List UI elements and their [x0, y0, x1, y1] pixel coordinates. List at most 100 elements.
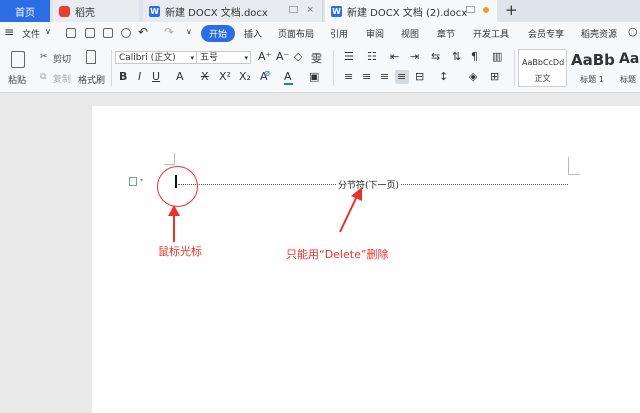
line-spacing-icon[interactable]: ↕ [439, 70, 448, 83]
font-size-select[interactable]: 五号 ▾ [196, 51, 251, 64]
italic-icon[interactable]: I [138, 70, 141, 83]
arrow-diagonal-icon [339, 187, 362, 233]
chevron-down-icon[interactable]: ▾ [140, 177, 143, 184]
text-effect-icon[interactable]: A [176, 70, 184, 83]
menu-insert[interactable]: 插入 [244, 27, 262, 40]
monitor-icon[interactable] [289, 6, 299, 13]
menu-developer[interactable]: 开发工具 [473, 27, 509, 40]
export-pdf-icon[interactable] [85, 28, 95, 38]
hamburger-menu-icon[interactable]: ≡ [4, 25, 14, 39]
menu-member[interactable]: 会员专享 [528, 27, 564, 40]
shading-icon[interactable]: ◈ [469, 70, 477, 83]
menu-daoke-resources[interactable]: 稻壳资源 [581, 27, 617, 40]
undo-icon[interactable]: ↶ [138, 25, 148, 39]
new-tab-plus-icon[interactable]: + [505, 1, 518, 19]
crop-mark [568, 157, 569, 174]
menu-view[interactable]: 视图 [401, 27, 419, 40]
superscript-icon[interactable]: X² [219, 70, 231, 83]
font-name-value: Calibri (正文) [119, 53, 176, 63]
font-name-select[interactable]: Calibri (正文) ▾ [115, 51, 197, 64]
strikethrough-icon[interactable]: X [201, 70, 209, 83]
chevron-down-icon: ▾ [190, 54, 194, 62]
clear-format-icon[interactable]: ◇ [294, 50, 302, 63]
style-heading-2[interactable]: AaE 标题 [616, 49, 640, 87]
shrink-font-icon[interactable]: A⁻ [276, 50, 289, 63]
eraser-icon[interactable]: ⌀ [264, 68, 270, 79]
unsaved-dot-icon [483, 7, 489, 13]
paste-button[interactable]: 粘贴 [8, 73, 26, 86]
menu-chapter[interactable]: 章节 [437, 27, 455, 40]
redo-icon[interactable]: ↷ [164, 25, 174, 39]
chevron-down-icon[interactable]: ∨ [186, 27, 192, 36]
chevron-down-icon[interactable]: ∨ [45, 27, 51, 36]
format-painter-button[interactable]: 格式刷 [78, 73, 105, 86]
borders-icon[interactable]: ⊞ [490, 70, 499, 83]
style-heading-1[interactable]: AaBb 标题 1 [568, 49, 616, 87]
style-sample: AaBb [571, 51, 615, 69]
tab-daoke[interactable]: 稻壳 [53, 0, 139, 22]
numbered-list-icon[interactable]: ☷ [367, 50, 377, 63]
align-center-icon[interactable]: ≡ [362, 70, 371, 83]
style-sample: AaE [619, 51, 640, 67]
tab-document-1[interactable]: W 新建 DOCX 文档.docx × [143, 0, 323, 22]
scissors-icon[interactable]: ✂ [40, 52, 48, 62]
justify-icon[interactable]: ≡ [397, 70, 406, 83]
copy-button[interactable]: 复制 [53, 72, 71, 85]
table-draw-icon[interactable]: ▥ [492, 50, 502, 63]
menu-bar: ≡ 文件 ∨ ↶ ↷ ∨ 开始 插入 页面布局 引用 审阅 视图 章节 开发工具… [0, 22, 640, 47]
distributed-icon[interactable]: ⊟ [415, 70, 424, 83]
align-right-icon[interactable]: ≡ [380, 70, 389, 83]
paste-icon[interactable] [11, 51, 25, 68]
underline-icon[interactable]: U [152, 70, 160, 83]
save-icon[interactable] [66, 28, 76, 38]
copy-icon[interactable]: ⧉ [40, 72, 46, 82]
decrease-indent-icon[interactable]: ⇤ [390, 50, 399, 63]
menu-references[interactable]: 引用 [330, 27, 348, 40]
phonetic-guide-icon[interactable]: 雯 [311, 50, 322, 66]
subscript-icon[interactable]: X₂ [239, 70, 251, 83]
cut-button[interactable]: 剪切 [53, 52, 71, 65]
char-border-icon[interactable]: ▣ [309, 70, 319, 83]
grow-font-icon[interactable]: A⁺ [258, 50, 271, 63]
crop-mark [164, 164, 175, 165]
format-painter-icon[interactable] [86, 50, 96, 64]
annotation-cursor-label: 鼠标光标 [158, 245, 202, 258]
bold-icon[interactable]: B [119, 70, 127, 83]
writer-doc-icon: W [331, 5, 342, 17]
sort-icon[interactable]: ⇅ [452, 50, 461, 63]
divider [514, 50, 515, 86]
menu-start[interactable]: 开始 [201, 25, 235, 42]
show-marks-icon[interactable]: ¶ [471, 50, 478, 63]
style-sample: AaBbCcDd [522, 58, 565, 67]
document-page[interactable]: ▾ 分节符(下一页) 鼠标光标 只能用“Delete”删除 [92, 106, 640, 413]
align-left-icon[interactable]: ≡ [344, 70, 353, 83]
close-tab-icon[interactable]: × [306, 6, 314, 15]
menu-file[interactable]: 文件 [22, 27, 40, 40]
menu-start-label: 开始 [208, 30, 227, 40]
crop-mark [568, 174, 580, 175]
styles-gallery: AaBbCcDd 正文 AaBb 标题 1 AaE 标题 [518, 49, 640, 89]
font-size-value: 五号 [200, 53, 219, 63]
style-normal[interactable]: AaBbCcDd 正文 [518, 49, 567, 87]
paragraph-handle-icon[interactable] [129, 177, 137, 186]
divider [111, 50, 112, 86]
print-preview-icon[interactable] [121, 28, 131, 38]
monitor-icon[interactable] [466, 6, 475, 13]
font-color-icon[interactable]: A [284, 70, 292, 83]
chinese-layout-icon[interactable]: ⇆ [431, 50, 440, 63]
tab-document-2-label: 新建 DOCX 文档 (2).docx [347, 7, 468, 19]
tab-document-2[interactable]: W 新建 DOCX 文档 (2).docx [325, 0, 497, 22]
bullet-list-icon[interactable]: ☰ [344, 50, 354, 63]
chevron-down-icon: ▾ [244, 54, 248, 62]
search-icon[interactable]: ○ [628, 25, 638, 38]
arrow-up-icon [168, 205, 180, 242]
tab-bar: 首页 稻壳 W 新建 DOCX 文档.docx × W 新建 DOCX 文档 (… [0, 0, 640, 22]
increase-indent-icon[interactable]: ⇥ [410, 50, 419, 63]
tab-home[interactable]: 首页 [0, 0, 50, 22]
menu-review[interactable]: 审阅 [366, 27, 384, 40]
menu-page-layout[interactable]: 页面布局 [278, 27, 314, 40]
style-label: 标题 [620, 75, 636, 84]
daoke-logo-icon [59, 5, 70, 17]
annotation-delete-label: 只能用“Delete”删除 [286, 248, 389, 261]
print-icon[interactable] [103, 28, 113, 38]
